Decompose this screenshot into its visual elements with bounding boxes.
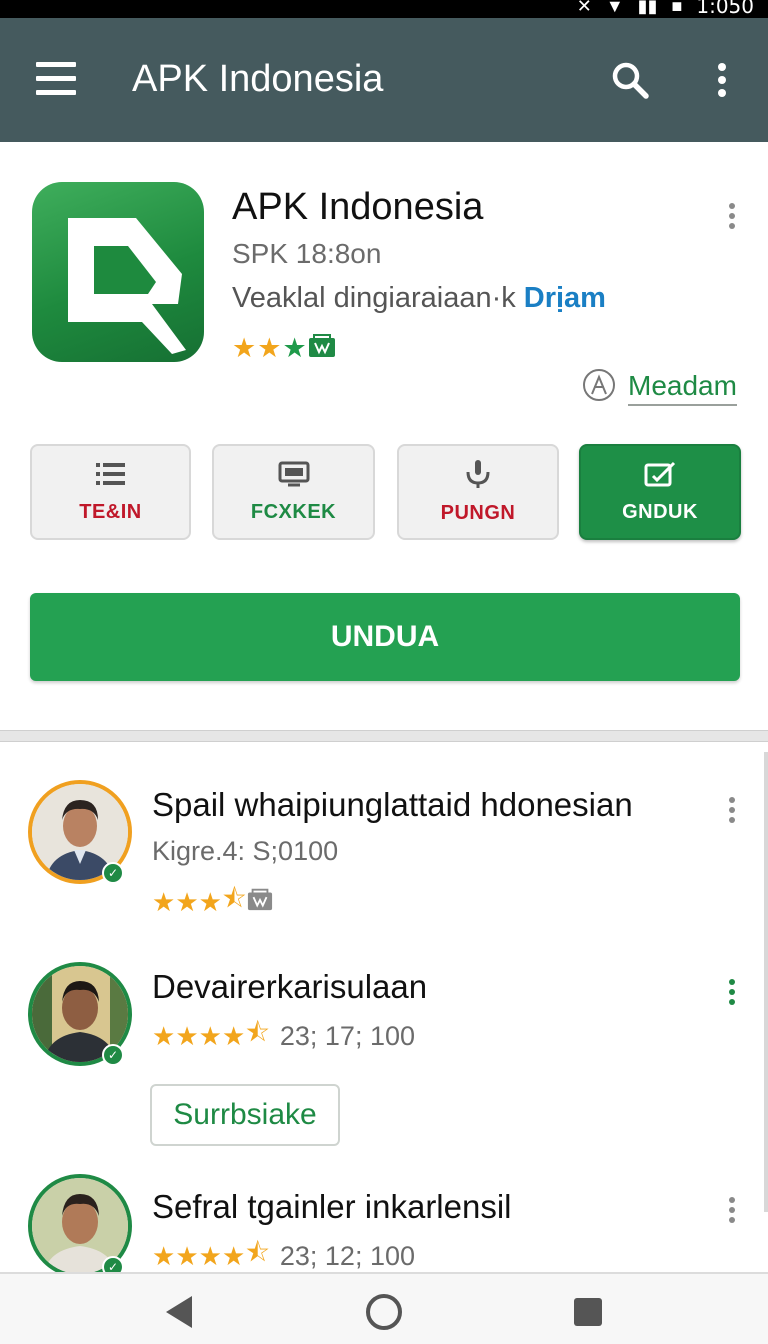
action-button-fcxkek[interactable]: FCXKEK [212,444,375,540]
clock: 1:050 [696,0,754,18]
app-bar: APK Indonesia [0,18,768,142]
star-icon: ★ [221,1240,246,1271]
download-button[interactable]: UNDUA [30,593,740,681]
app-description-link[interactable]: Drịam [524,282,606,314]
app-bar-title: APK Indonesia [132,58,384,100]
menu-icon[interactable] [36,62,76,96]
list-icon [94,460,128,493]
star-icon: ★ [175,886,199,917]
home-icon[interactable] [362,1290,406,1334]
item-title: Spail whaipiunglattaid hdonesian [152,786,633,823]
section-divider [0,730,768,742]
system-navigation-bar [0,1272,768,1344]
star-icon: ★ [257,333,282,363]
verified-icon: ✓ [102,1044,124,1066]
app-rating: ★ ★ ★ [232,332,336,365]
battery-icon: ■ [671,0,683,16]
microphone-icon [461,459,495,494]
star-half-icon: ⯪ [221,883,247,913]
item-rating: ★ ★ ★ ★ ⯪ 23; 17; 100 [152,1014,415,1058]
star-icon: ★ [175,1240,199,1271]
action-button-teain[interactable]: TE&IN [30,444,191,540]
app-description: Veaklal dingiaraiaan·k Drịam [232,282,606,315]
wifi-icon: ▼ [605,0,624,16]
star-icon: ★ [152,1020,176,1051]
app-version: SPK 18:8on [232,238,382,269]
back-icon[interactable] [158,1290,202,1334]
overflow-menu-icon[interactable] [712,60,732,100]
tv-icon [277,460,311,493]
star-icon: ★ [221,1020,246,1051]
notification-icon: ✕ [576,0,592,16]
accessibility-icon [582,368,616,407]
star-icon: ★ [282,333,307,363]
subscribe-button[interactable]: Surrbsiake [150,1084,340,1146]
item-title: Devairerkarisulaan [152,968,428,1005]
review-list[interactable]: ✓ Spail whaipiunglattaid hdonesian Kigre… [0,742,768,1272]
item-rating: ★ ★ ★ ⯪ [152,880,273,924]
item-menu-icon[interactable] [722,976,742,1008]
star-half-icon: ⯪ [245,1017,270,1047]
app-card-menu-icon[interactable] [722,200,742,232]
action-label: FCXKEK [250,501,337,523]
app-name: APK Indonesia [232,186,484,228]
app-description-text: Veaklal dingiaraiaan·k [232,282,516,314]
app-card: APK Indonesia SPK 18:8on Veaklal dingiar… [0,142,768,730]
item-title: Sefral tgainler inkarlensil [152,1188,512,1225]
action-label: TE&IN [79,501,142,523]
meadam-link[interactable]: Meadam [582,368,737,407]
search-icon[interactable] [610,60,650,100]
edit-icon [643,460,677,493]
store-badge-icon [308,332,336,365]
star-icon: ★ [152,1240,176,1271]
action-label: PUNGN [440,502,516,524]
app-logo-icon[interactable] [32,182,204,362]
item-rating-count: 23; 12; 100 [279,1240,415,1271]
item-subtitle: Kigre.4: S;0100 [152,836,339,866]
item-menu-icon[interactable] [722,1194,742,1226]
star-icon: ★ [198,1020,222,1051]
action-button-pungn[interactable]: PUNGN [397,444,559,540]
verified-icon: ✓ [102,1256,124,1272]
scrollbar[interactable] [764,752,768,1212]
star-icon: ★ [198,886,222,917]
status-bar: ✕ ▼ ▮▮ ■ 1:050 [0,0,768,18]
star-icon: ★ [152,886,176,917]
meadam-label: Meadam [628,370,737,406]
star-half-icon: ⯪ [245,1237,270,1267]
verified-icon: ✓ [102,862,124,884]
star-icon: ★ [232,333,257,363]
action-label: GNDUK [622,501,698,523]
recents-icon[interactable] [566,1290,610,1334]
action-button-gnduk[interactable]: GNDUK [579,444,741,540]
star-icon: ★ [198,1240,222,1271]
star-icon: ★ [175,1020,199,1051]
item-menu-icon[interactable] [722,794,742,826]
store-badge-icon [247,886,273,919]
item-rating: ★ ★ ★ ★ ⯪ 23; 12; 100 [152,1234,415,1272]
item-rating-count: 23; 17; 100 [279,1020,415,1051]
signal-icon: ▮▮ [637,0,658,16]
